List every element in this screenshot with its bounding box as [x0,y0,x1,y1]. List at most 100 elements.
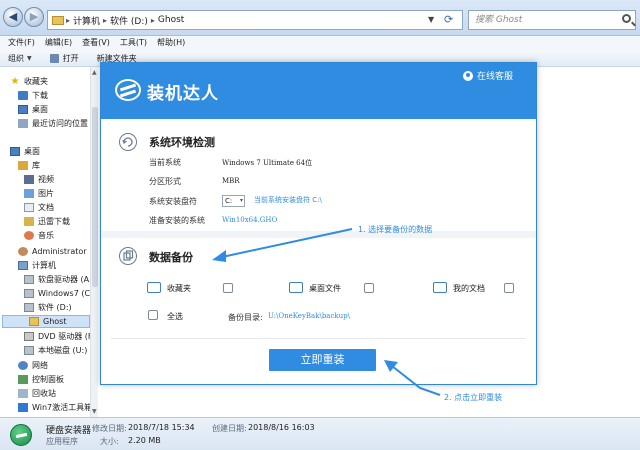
menu-file[interactable]: 文件(F) [3,36,40,50]
backup-dir-label: 备份目录: [228,313,263,322]
favorites-folder-icon [147,282,161,293]
sidebar-item-drive-u[interactable]: 本地磁盘 (U:) [24,344,87,357]
installer-header: 装机达人 在线客服 [101,63,536,119]
backup-documents-checkbox[interactable] [504,283,514,293]
menu-view[interactable]: 查看(V) [77,36,115,50]
documents-icon [24,203,34,212]
user-icon [18,247,28,256]
backup-icon [119,247,137,265]
breadcrumb-ghost[interactable]: Ghost [158,15,184,25]
select-all-label: 全选 [167,312,183,321]
modified-label: 修改日期: [92,424,127,433]
sidebar-item-label: 图片 [38,189,54,198]
backup-documents-label: 我的文档 [453,284,485,293]
sidebar-item-recycle-bin[interactable]: 回收站 [18,387,56,400]
star-icon: ★ [10,76,20,87]
install-disk-hint: 当前系统安装盘符 C:\ [254,196,322,204]
section-separator [101,231,536,238]
sidebar-item-music[interactable]: 音乐 [24,229,54,242]
sidebar-item-label: 库 [32,161,40,170]
online-support-link[interactable]: 在线客服 [463,69,513,82]
sidebar-item-label: Ghost [43,317,67,326]
install-disk-label: 系统安装盘符 [149,197,197,206]
refresh-icon[interactable]: ⟳ [444,11,458,29]
sidebar-item-label: DVD 驱动器 (F [38,332,93,341]
backup-desktop-checkbox[interactable] [364,283,374,293]
select-all-checkbox[interactable] [148,310,158,320]
chevron-down-icon[interactable]: ▼ [428,11,440,29]
file-type: 应用程序 [46,437,78,446]
sidebar-item-computer[interactable]: 计算机 [18,259,56,272]
sidebar-item-floppy[interactable]: 软盘驱动器 (A: [24,273,92,286]
sidebar-item-label: 本地磁盘 (U:) [38,346,88,355]
recycle-bin-icon [18,389,28,398]
open-button[interactable]: 打开 [49,53,79,64]
sidebar-item-drive-c[interactable]: Windows7 (C: [24,287,93,300]
sidebar-item-label: 桌面 [32,105,48,114]
thunder-download-icon [24,217,34,226]
address-toolbar: ◀ ▶ ▸ 计算机 ▸ 软件 (D:) ▸ Ghost ▼ ⟳ 搜索 Ghost [0,0,640,36]
breadcrumb-computer[interactable]: 计算机 [73,14,100,27]
breadcrumb-drive-d[interactable]: 软件 (D:) [110,14,148,27]
disk-icon [24,303,34,312]
sidebar-item-videos[interactable]: 视频 [24,173,54,186]
sidebar-item-favorites[interactable]: ★ 收藏夹 [10,75,48,88]
scroll-thumb[interactable] [92,107,98,287]
video-icon [24,175,34,184]
address-bar[interactable]: ▸ 计算机 ▸ 软件 (D:) ▸ Ghost ▼ ⟳ [47,10,463,30]
sidebar-item-administrator[interactable]: Administrator [18,245,87,258]
backup-dir-value[interactable]: U:\OneKeyBak\backup\ [268,312,350,320]
sidebar-scrollbar[interactable]: ▲ ▼ [90,67,98,417]
disk-icon [24,346,34,355]
sidebar-item-desktop[interactable]: 桌面 [10,145,40,158]
sidebar-item-documents[interactable]: 文档 [24,201,54,214]
sidebar-item-network[interactable]: 网络 [18,359,48,372]
current-os-label: 当前系统 [149,158,181,167]
created-value: 2018/8/16 16:03 [248,423,315,432]
install-disk-value: C: [225,197,233,205]
sidebar-item-control-panel[interactable]: 控制面板 [18,373,64,386]
menu-tools[interactable]: 工具(T) [115,36,152,50]
sidebar-item-drive-d[interactable]: 软件 (D:) [24,301,72,314]
chevron-right-icon: ▸ [103,15,108,25]
system-to-install-label: 准备安装的系统 [149,216,205,225]
current-os-value: Windows 7 Ultimate 64位 [222,159,313,167]
sidebar-item-label: 软盘驱动器 (A: [38,275,92,284]
sidebar-item-libraries[interactable]: 库 [18,159,40,172]
menu-help[interactable]: 帮助(H) [152,36,190,50]
file-name: 硬盘安装器 [46,426,92,436]
navigation-pane: ★ 收藏夹 下载 桌面 最近访问的位置 桌面 库 视频 图片 文档 迅雷下载 音乐… [0,67,98,417]
floppy-drive-icon [24,275,34,284]
reinstall-now-button[interactable]: 立即重装 [269,349,376,371]
recent-places-icon [18,119,28,128]
search-input[interactable]: 搜索 Ghost [468,10,636,30]
menu-edit[interactable]: 编辑(E) [40,36,77,50]
sidebar-item-ghost[interactable]: Ghost [2,315,90,328]
sidebar-item-recent[interactable]: 最近访问的位置 [18,117,88,130]
sidebar-item-label: 最近访问的位置 [32,119,88,128]
scroll-down-icon[interactable]: ▼ [92,408,97,415]
folder-icon [29,317,39,326]
installer-logo-icon [115,79,141,101]
organize-button[interactable]: 组织 ▼ [8,53,32,64]
sidebar-item-label: 软件 (D:) [38,303,72,312]
sidebar-item-label: 迅雷下载 [38,217,70,226]
sidebar-item-pictures[interactable]: 图片 [24,187,54,200]
annotation-step-2: 2. 点击立即重装 [444,393,503,402]
annotation-step-1: 1. 选择要备份的数据 [358,225,433,234]
backup-favorites-checkbox[interactable] [223,283,233,293]
sidebar-item-win7-tool[interactable]: Win7激活工具箱 [18,401,92,414]
chevron-right-icon: ▸ [150,15,155,25]
install-disk-select[interactable]: C: ▾ [222,195,245,207]
download-folder-icon [18,91,28,100]
sidebar-item-downloads[interactable]: 下载 [18,89,48,102]
open-icon [49,53,59,63]
forward-button[interactable]: ▶ [24,7,44,27]
scroll-up-icon[interactable]: ▲ [92,69,97,76]
sidebar-item-desktop-fav[interactable]: 桌面 [18,103,48,116]
sidebar-item-dvd[interactable]: DVD 驱动器 (F [24,330,92,343]
sidebar-item-thunder[interactable]: 迅雷下载 [24,215,70,228]
pictures-icon [24,189,34,198]
back-button[interactable]: ◀ [3,7,23,27]
env-check-title: 系统环境检测 [149,136,215,149]
